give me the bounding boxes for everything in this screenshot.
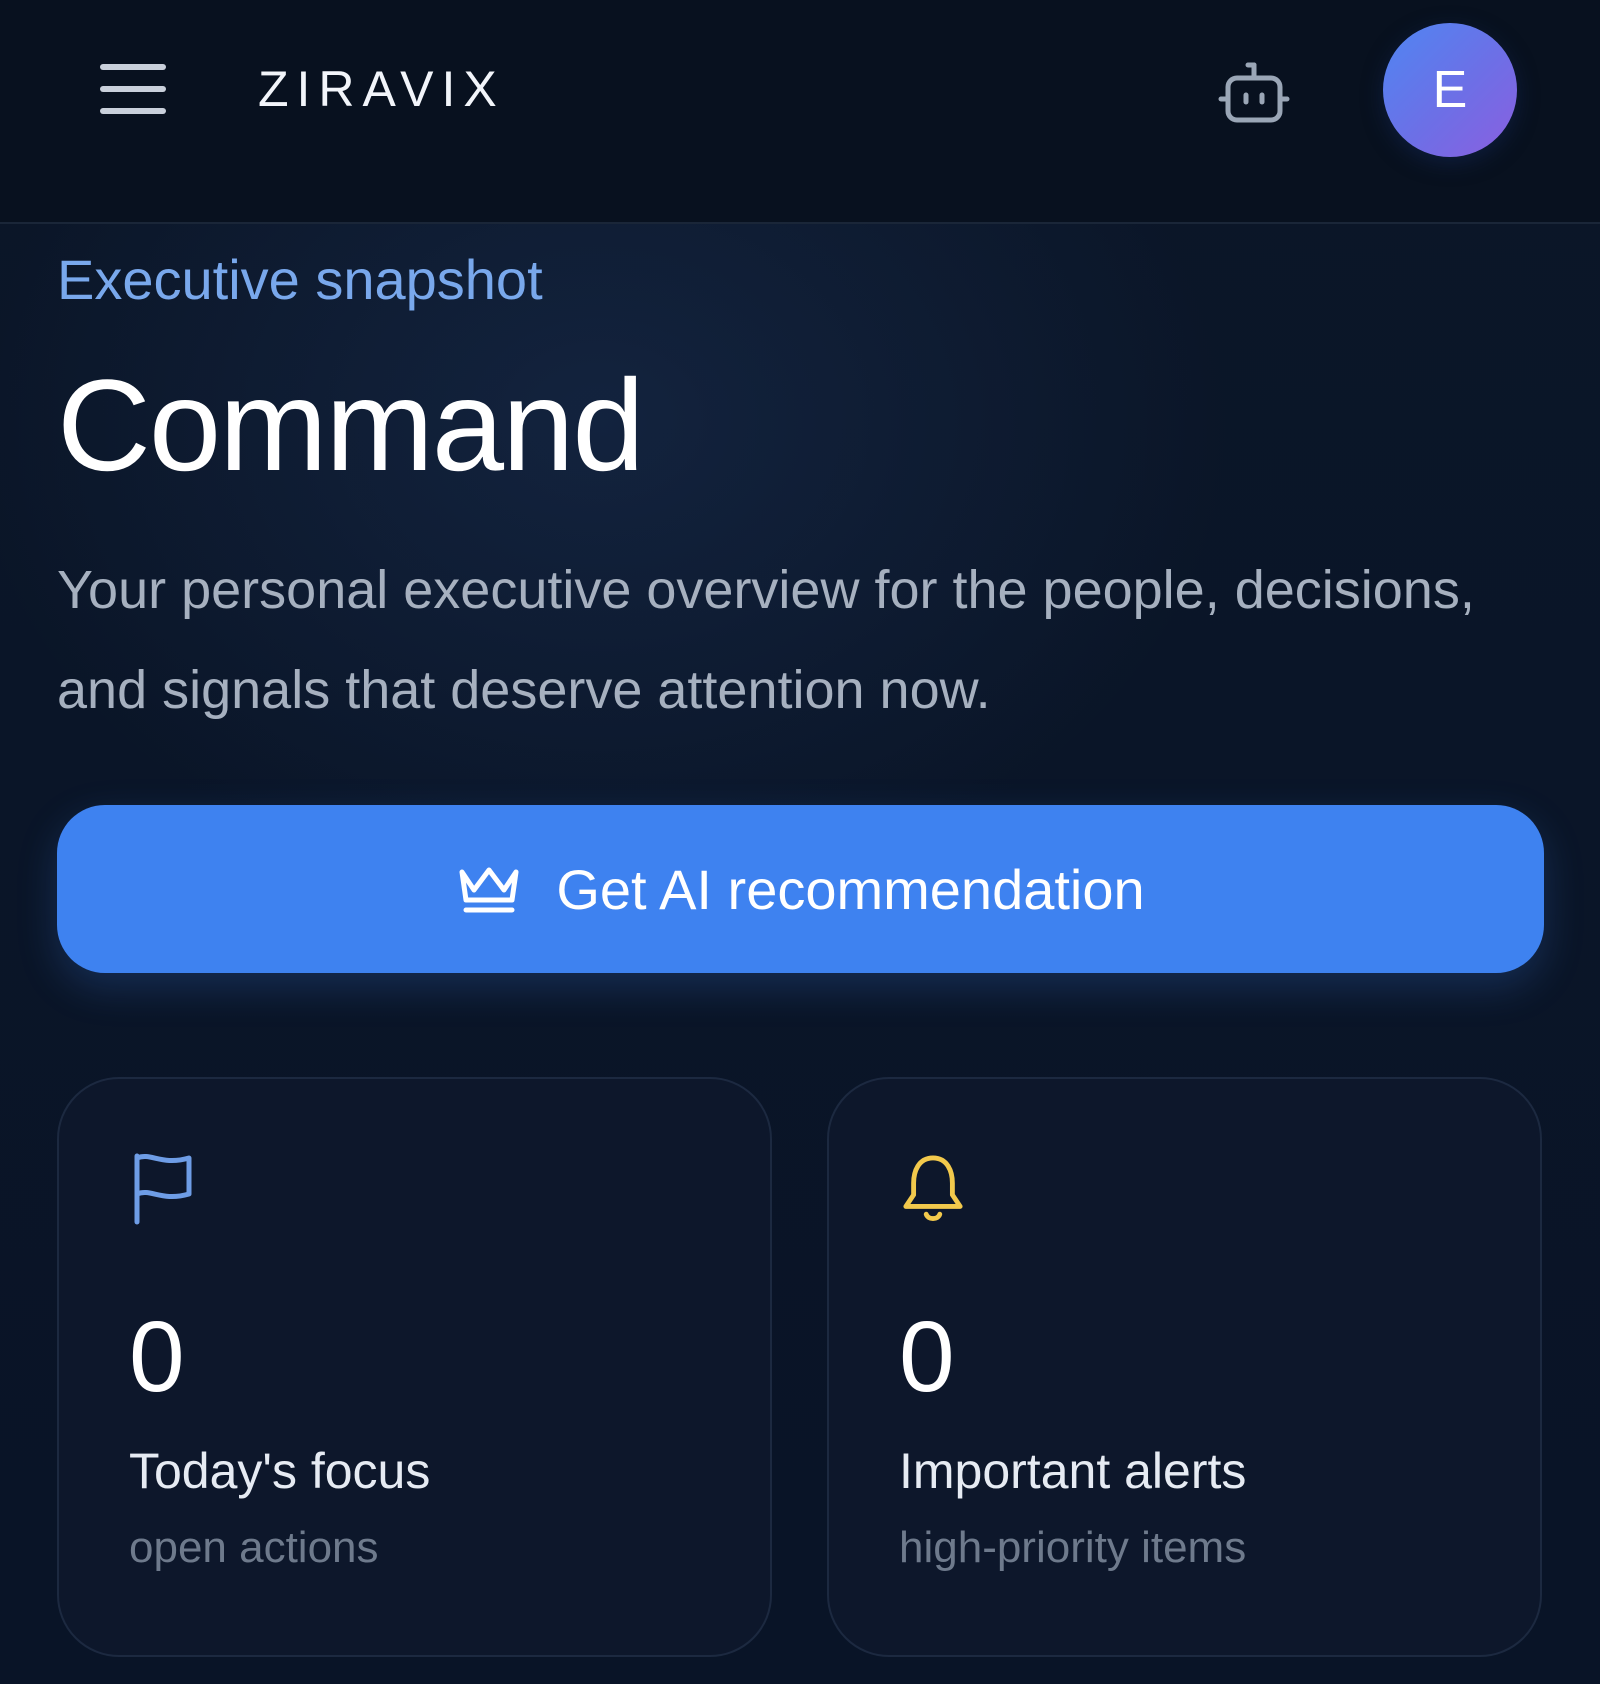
brand-logo: ZIRAVIX (258, 61, 505, 117)
todays-focus-count: 0 (129, 1301, 185, 1413)
important-alerts-sublabel: high-priority items (899, 1523, 1247, 1572)
top-bar: ZIRAVIX E (0, 0, 1600, 224)
bell-icon (901, 1149, 965, 1229)
important-alerts-count: 0 (899, 1301, 955, 1413)
todays-focus-label: Today's focus (129, 1443, 431, 1499)
page-description: Your personal executive overview for the… (57, 560, 1475, 720)
crown-icon (456, 861, 522, 917)
user-avatar[interactable]: E (1383, 23, 1517, 157)
page-title: Command (57, 352, 645, 498)
hamburger-menu-icon (100, 64, 166, 114)
todays-focus-sublabel: open actions (129, 1523, 379, 1572)
menu-button[interactable] (96, 58, 170, 120)
ai-recommendation-button[interactable]: Get AI recommendation (57, 805, 1544, 973)
assistant-button[interactable] (1212, 58, 1296, 128)
important-alerts-card[interactable]: 0 Important alerts high-priority items (827, 1077, 1542, 1657)
robot-icon (1218, 62, 1290, 123)
todays-focus-card[interactable]: 0 Today's focus open actions (57, 1077, 772, 1657)
important-alerts-label: Important alerts (899, 1443, 1247, 1499)
flag-icon (131, 1149, 195, 1229)
command-page: ZIRAVIX E Executive snapshot Command You… (0, 0, 1600, 1684)
ai-recommendation-label: Get AI recommendation (556, 857, 1145, 921)
section-eyebrow: Executive snapshot (57, 248, 543, 311)
